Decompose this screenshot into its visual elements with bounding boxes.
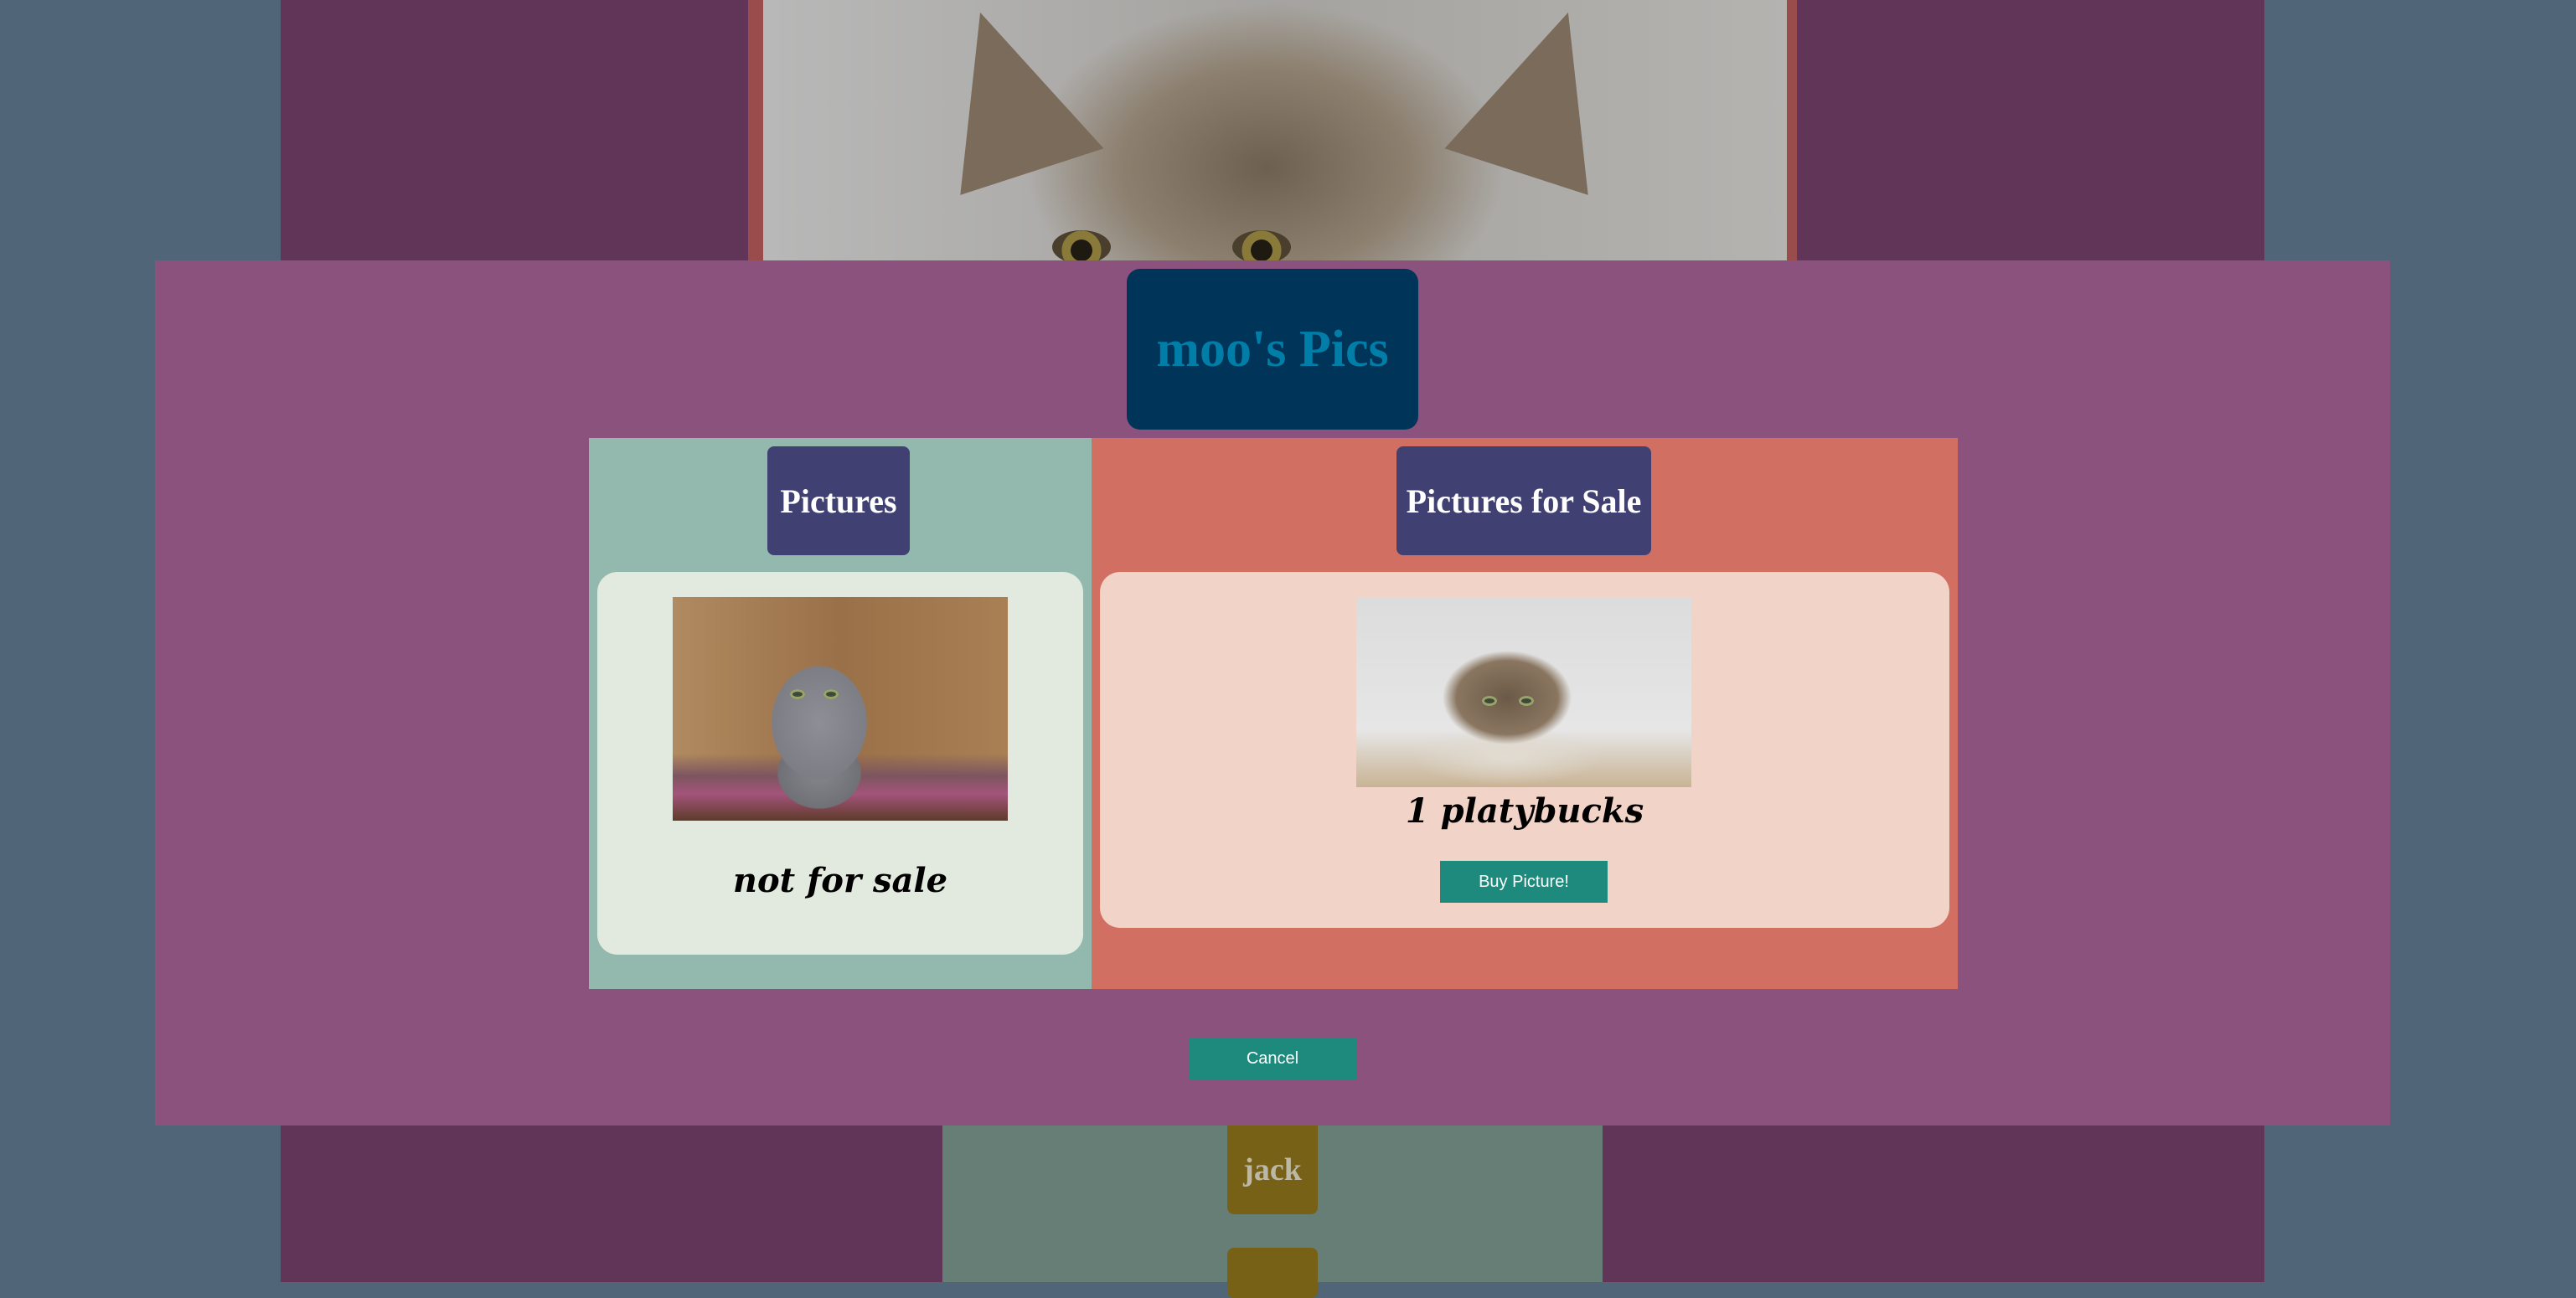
pictures-column: Pictures not for sale: [589, 438, 1092, 989]
not-for-sale-label: not for sale: [732, 861, 948, 900]
kitten-eye-right: [823, 689, 839, 699]
buy-picture-button[interactable]: Buy Picture!: [1440, 861, 1608, 903]
cat-eye-right: [1519, 696, 1534, 706]
sale-picture-card: 1 platybucks Buy Picture!: [1100, 572, 1949, 928]
picture-card: not for sale: [597, 572, 1083, 955]
kitten-eye-left: [790, 689, 805, 699]
cancel-button[interactable]: Cancel: [1189, 1038, 1356, 1079]
hero-ear-right: [1444, 0, 1640, 195]
tabby-cat-photo[interactable]: [1356, 597, 1691, 787]
price-label: 1 platybucks: [1405, 791, 1644, 831]
background-name-tag-secondary: [1227, 1248, 1318, 1298]
hero-cat-photo: [763, 0, 1787, 264]
pictures-for-sale-header: Pictures for Sale: [1396, 446, 1651, 555]
hero-eye-left: [1052, 230, 1111, 264]
pictures-for-sale-column: Pictures for Sale 1 platybucks Buy Pictu…: [1092, 438, 1958, 989]
cat-eye-left: [1482, 696, 1497, 706]
background-name-tag: jack: [1227, 1125, 1318, 1214]
pictures-header: Pictures: [767, 446, 910, 555]
pictures-modal: moo's Pics Pictures not for sale Picture…: [155, 260, 2390, 1125]
modal-title-box: moo's Pics: [1127, 269, 1418, 430]
gray-kitten-photo[interactable]: [673, 597, 1008, 821]
modal-title: moo's Pics: [1156, 320, 1389, 378]
hero-eye-right: [1232, 230, 1291, 264]
hero-ear-left: [908, 0, 1104, 195]
